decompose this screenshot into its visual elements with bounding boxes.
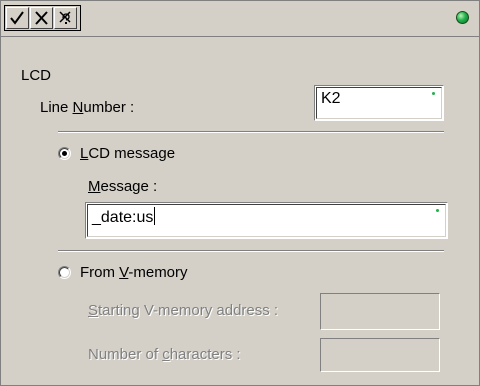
valid-indicator-icon xyxy=(432,92,435,95)
radio-selected-dot xyxy=(62,151,67,156)
line-number-value: K2 xyxy=(321,90,341,107)
separator xyxy=(58,250,444,252)
number-of-characters-input[interactable] xyxy=(320,338,440,372)
toolbar xyxy=(1,1,479,37)
from-vmemory-radio[interactable] xyxy=(58,266,71,279)
accept-button[interactable] xyxy=(6,7,29,29)
lcd-dialog: LCD Line Number : K2 LCD message Message… xyxy=(0,0,480,386)
separator xyxy=(58,131,444,133)
lcd-message-label[interactable]: LCD message xyxy=(80,145,175,162)
from-vmemory-label[interactable]: From V-memory xyxy=(80,264,188,281)
section-title: LCD xyxy=(21,67,52,84)
line-number-input[interactable]: K2 xyxy=(314,85,444,121)
message-label: Message : xyxy=(88,178,158,195)
status-led-icon xyxy=(456,11,469,24)
line-number-label: Line Number : xyxy=(40,99,135,116)
cancel-button[interactable] xyxy=(30,7,53,29)
help-button[interactable] xyxy=(54,7,77,29)
lcd-message-radio[interactable] xyxy=(58,147,71,160)
number-of-characters-label: Number of characters : xyxy=(88,346,241,363)
starting-address-input[interactable] xyxy=(320,293,440,330)
starting-address-label: Starting V-memory address : xyxy=(88,302,279,319)
text-caret xyxy=(154,207,156,225)
valid-indicator-icon xyxy=(436,209,439,212)
message-input[interactable]: _date:us xyxy=(85,202,448,239)
message-value: _date:us xyxy=(92,209,154,226)
